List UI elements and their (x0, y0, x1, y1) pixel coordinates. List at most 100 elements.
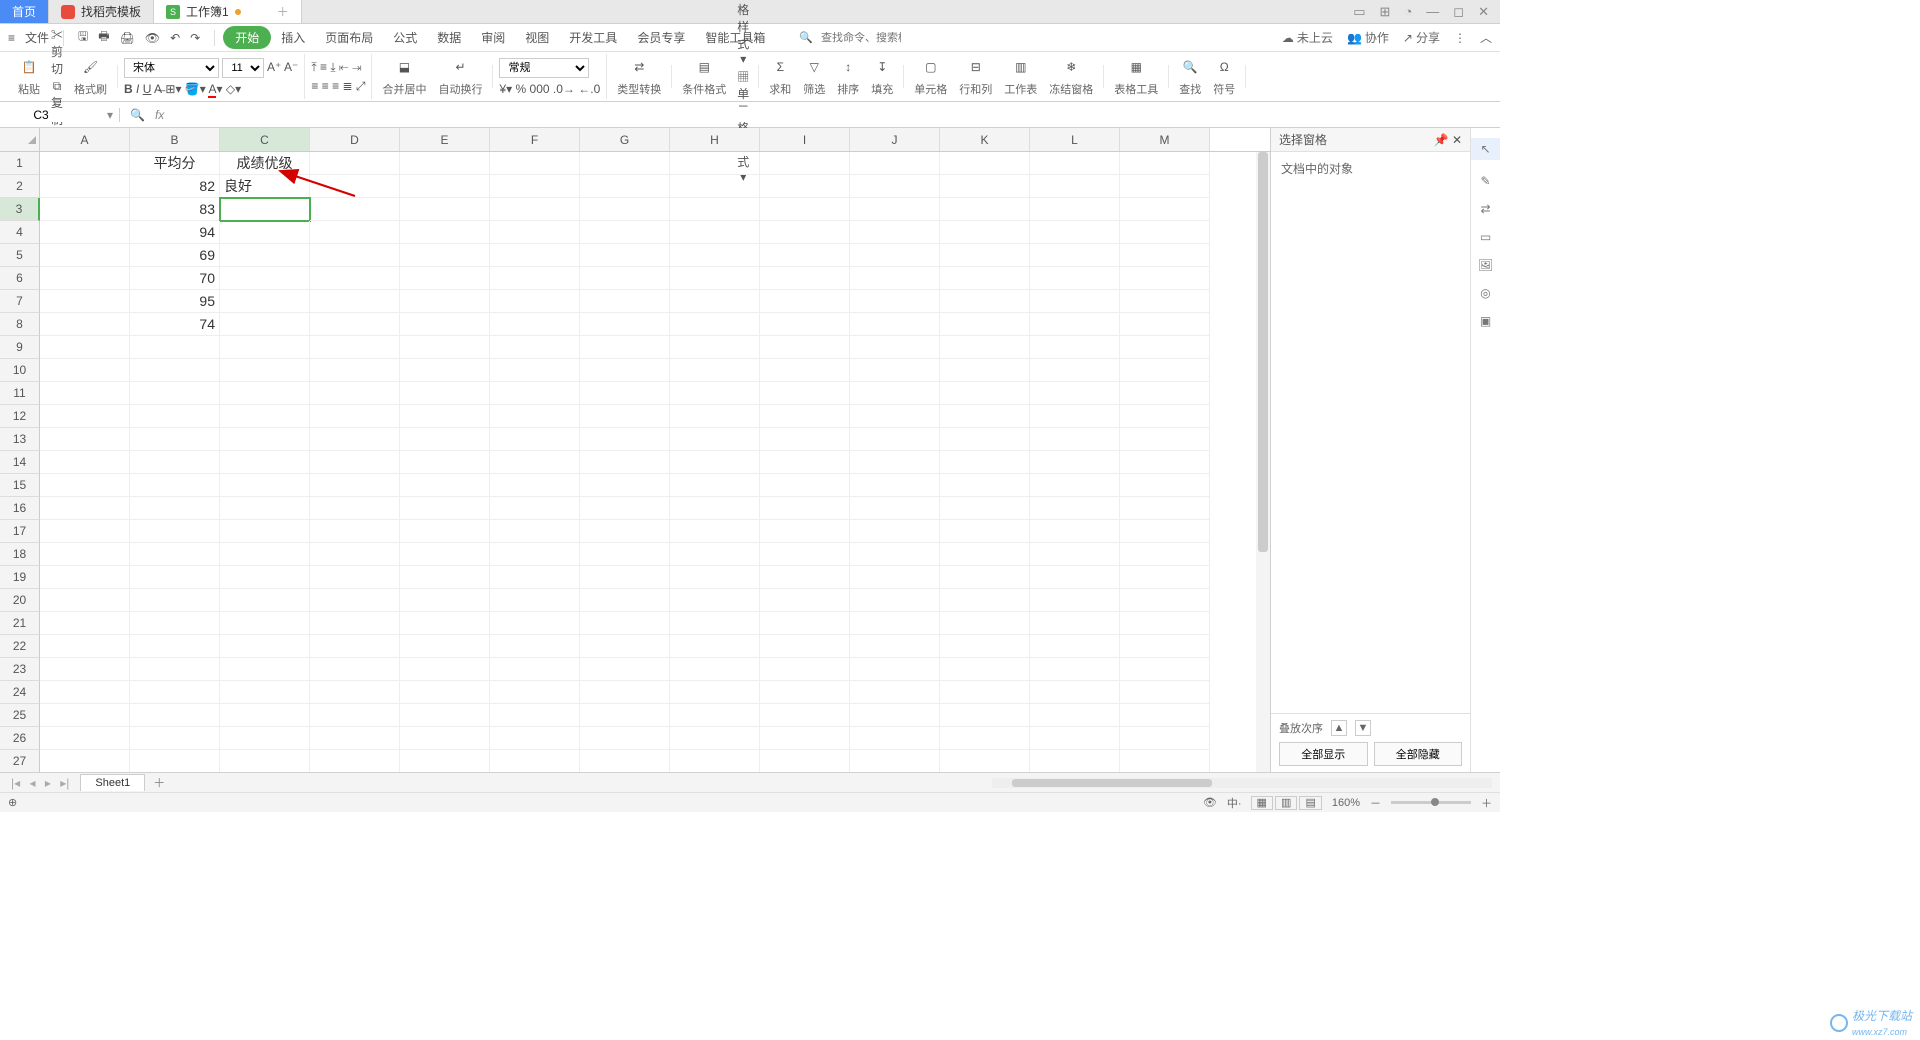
cell-F20[interactable] (490, 589, 580, 612)
cell-F22[interactable] (490, 635, 580, 658)
name-box-dropdown-icon[interactable]: ▾ (107, 108, 113, 122)
col-header-F[interactable]: F (490, 128, 580, 151)
cell-D20[interactable] (310, 589, 400, 612)
dec-decimal-icon[interactable]: ←.0 (578, 82, 600, 96)
cell-D15[interactable] (310, 474, 400, 497)
cell-E16[interactable] (400, 497, 490, 520)
cell-A3[interactable] (40, 198, 130, 221)
cell-B4[interactable]: 94 (130, 221, 220, 244)
cell-J18[interactable] (850, 543, 940, 566)
row-header-17[interactable]: 17 (0, 520, 40, 543)
cell-A11[interactable] (40, 382, 130, 405)
name-box[interactable]: ▾ (0, 108, 120, 122)
cell-D17[interactable] (310, 520, 400, 543)
cell-K14[interactable] (940, 451, 1030, 474)
cell-D22[interactable] (310, 635, 400, 658)
cell-D27[interactable] (310, 750, 400, 772)
col-header-K[interactable]: K (940, 128, 1030, 151)
cell-C22[interactable] (220, 635, 310, 658)
cell-L20[interactable] (1030, 589, 1120, 612)
cell-D25[interactable] (310, 704, 400, 727)
row-header-14[interactable]: 14 (0, 451, 40, 474)
scrollbar-thumb[interactable] (1258, 152, 1268, 552)
cell-J19[interactable] (850, 566, 940, 589)
cell-J16[interactable] (850, 497, 940, 520)
percent-icon[interactable]: % (516, 82, 527, 96)
cell-F10[interactable] (490, 359, 580, 382)
cell-D24[interactable] (310, 681, 400, 704)
cell-E1[interactable] (400, 152, 490, 175)
style-icon[interactable]: ✎ (1480, 174, 1490, 188)
increase-font-icon[interactable]: A⁺ (267, 60, 281, 74)
cell-L19[interactable] (1030, 566, 1120, 589)
col-header-B[interactable]: B (130, 128, 220, 151)
col-header-M[interactable]: M (1120, 128, 1210, 151)
col-header-G[interactable]: G (580, 128, 670, 151)
cell-G1[interactable] (580, 152, 670, 175)
cell-H22[interactable] (670, 635, 760, 658)
cell-J20[interactable] (850, 589, 940, 612)
cell-D11[interactable] (310, 382, 400, 405)
cell-G2[interactable] (580, 175, 670, 198)
cell-L24[interactable] (1030, 681, 1120, 704)
cell-D5[interactable] (310, 244, 400, 267)
cell-C7[interactable] (220, 290, 310, 313)
cell-L6[interactable] (1030, 267, 1120, 290)
cell-A16[interactable] (40, 497, 130, 520)
cell-E18[interactable] (400, 543, 490, 566)
cell-I23[interactable] (760, 658, 850, 681)
cell-A27[interactable] (40, 750, 130, 772)
cell-F13[interactable] (490, 428, 580, 451)
align-right-icon[interactable]: ≡ (332, 79, 339, 93)
cell-E14[interactable] (400, 451, 490, 474)
cell-J27[interactable] (850, 750, 940, 772)
cell-A21[interactable] (40, 612, 130, 635)
cell-L2[interactable] (1030, 175, 1120, 198)
col-header-A[interactable]: A (40, 128, 130, 151)
cell-G16[interactable] (580, 497, 670, 520)
cell-M1[interactable] (1120, 152, 1210, 175)
input-mode-icon[interactable]: ⊕ (8, 796, 17, 809)
indent-dec-icon[interactable]: ⇤ (339, 60, 349, 74)
cell-G4[interactable] (580, 221, 670, 244)
cell-E15[interactable] (400, 474, 490, 497)
cell-F14[interactable] (490, 451, 580, 474)
zoom-value[interactable]: 160% (1332, 797, 1360, 809)
menu-icon[interactable]: ≡ (8, 31, 15, 45)
row-header-5[interactable]: 5 (0, 244, 40, 267)
cell-A12[interactable] (40, 405, 130, 428)
cell-B9[interactable] (130, 336, 220, 359)
cell-J8[interactable] (850, 313, 940, 336)
cell-M26[interactable] (1120, 727, 1210, 750)
cell-D9[interactable] (310, 336, 400, 359)
cell-C19[interactable] (220, 566, 310, 589)
cell-C12[interactable] (220, 405, 310, 428)
cell-K11[interactable] (940, 382, 1030, 405)
row-header-22[interactable]: 22 (0, 635, 40, 658)
search-input[interactable] (821, 32, 901, 44)
italic-button[interactable]: I (136, 82, 139, 96)
row-header-9[interactable]: 9 (0, 336, 40, 359)
cell-E4[interactable] (400, 221, 490, 244)
cell-D1[interactable] (310, 152, 400, 175)
cell-E22[interactable] (400, 635, 490, 658)
col-header-H[interactable]: H (670, 128, 760, 151)
cell-E3[interactable] (400, 198, 490, 221)
format-painter-button[interactable]: 🖌格式刷 (70, 57, 111, 97)
cell-B16[interactable] (130, 497, 220, 520)
row-header-26[interactable]: 26 (0, 727, 40, 750)
cell-H24[interactable] (670, 681, 760, 704)
cell-L4[interactable] (1030, 221, 1120, 244)
cell-E13[interactable] (400, 428, 490, 451)
cell-M19[interactable] (1120, 566, 1210, 589)
filter-button[interactable]: ▽筛选 (799, 57, 829, 97)
cell-B14[interactable] (130, 451, 220, 474)
cell-A18[interactable] (40, 543, 130, 566)
strike-button[interactable]: A̶ (154, 82, 162, 96)
cell-L7[interactable] (1030, 290, 1120, 313)
cell-A17[interactable] (40, 520, 130, 543)
cell-A8[interactable] (40, 313, 130, 336)
cell-L12[interactable] (1030, 405, 1120, 428)
cell-G17[interactable] (580, 520, 670, 543)
cell-G9[interactable] (580, 336, 670, 359)
